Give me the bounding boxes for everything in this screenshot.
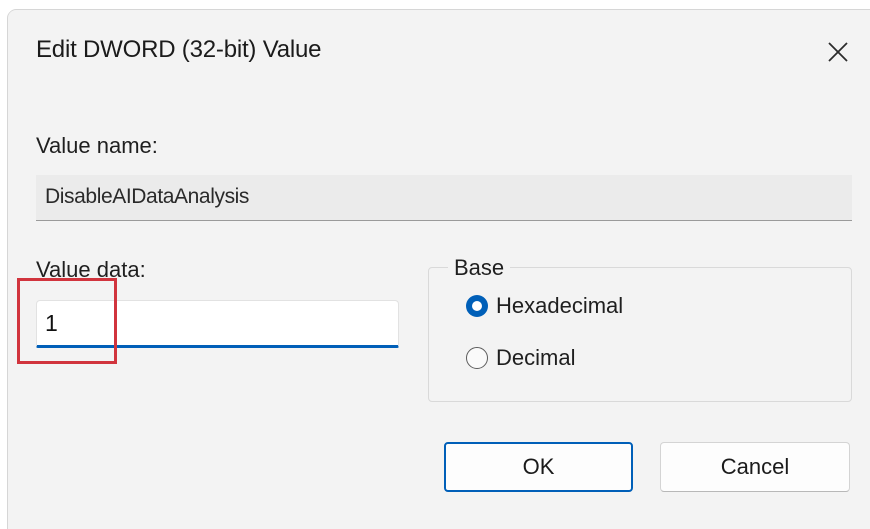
value-name-label: Value name: bbox=[36, 133, 158, 158]
hexadecimal-label: Hexadecimal bbox=[496, 293, 624, 318]
dialog-title: Edit DWORD (32-bit) Value bbox=[36, 36, 322, 63]
decimal-label: Decimal bbox=[496, 345, 576, 370]
value-name-field: DisableAIDataAnalysis bbox=[36, 175, 852, 221]
close-icon bbox=[828, 42, 848, 62]
radio-selected-icon bbox=[466, 295, 488, 317]
value-data-label: Value data: bbox=[36, 257, 146, 282]
base-groupbox bbox=[428, 267, 852, 402]
base-legend: Base bbox=[448, 255, 511, 281]
close-button[interactable] bbox=[818, 32, 858, 72]
ok-button[interactable]: OK bbox=[444, 442, 633, 492]
radio-unselected-icon bbox=[466, 347, 488, 369]
screenshot: Edit DWORD (32-bit) Value Value name: Di… bbox=[0, 0, 870, 529]
cancel-button[interactable]: Cancel bbox=[660, 442, 850, 492]
value-name-text: DisableAIDataAnalysis bbox=[45, 185, 250, 208]
value-data-text: 1 bbox=[45, 310, 58, 336]
value-data-input[interactable]: 1 bbox=[36, 300, 399, 348]
edit-dword-dialog: Edit DWORD (32-bit) Value Value name: Di… bbox=[8, 10, 870, 529]
decimal-radio[interactable]: Decimal bbox=[466, 345, 575, 371]
hexadecimal-radio[interactable]: Hexadecimal bbox=[466, 293, 623, 319]
